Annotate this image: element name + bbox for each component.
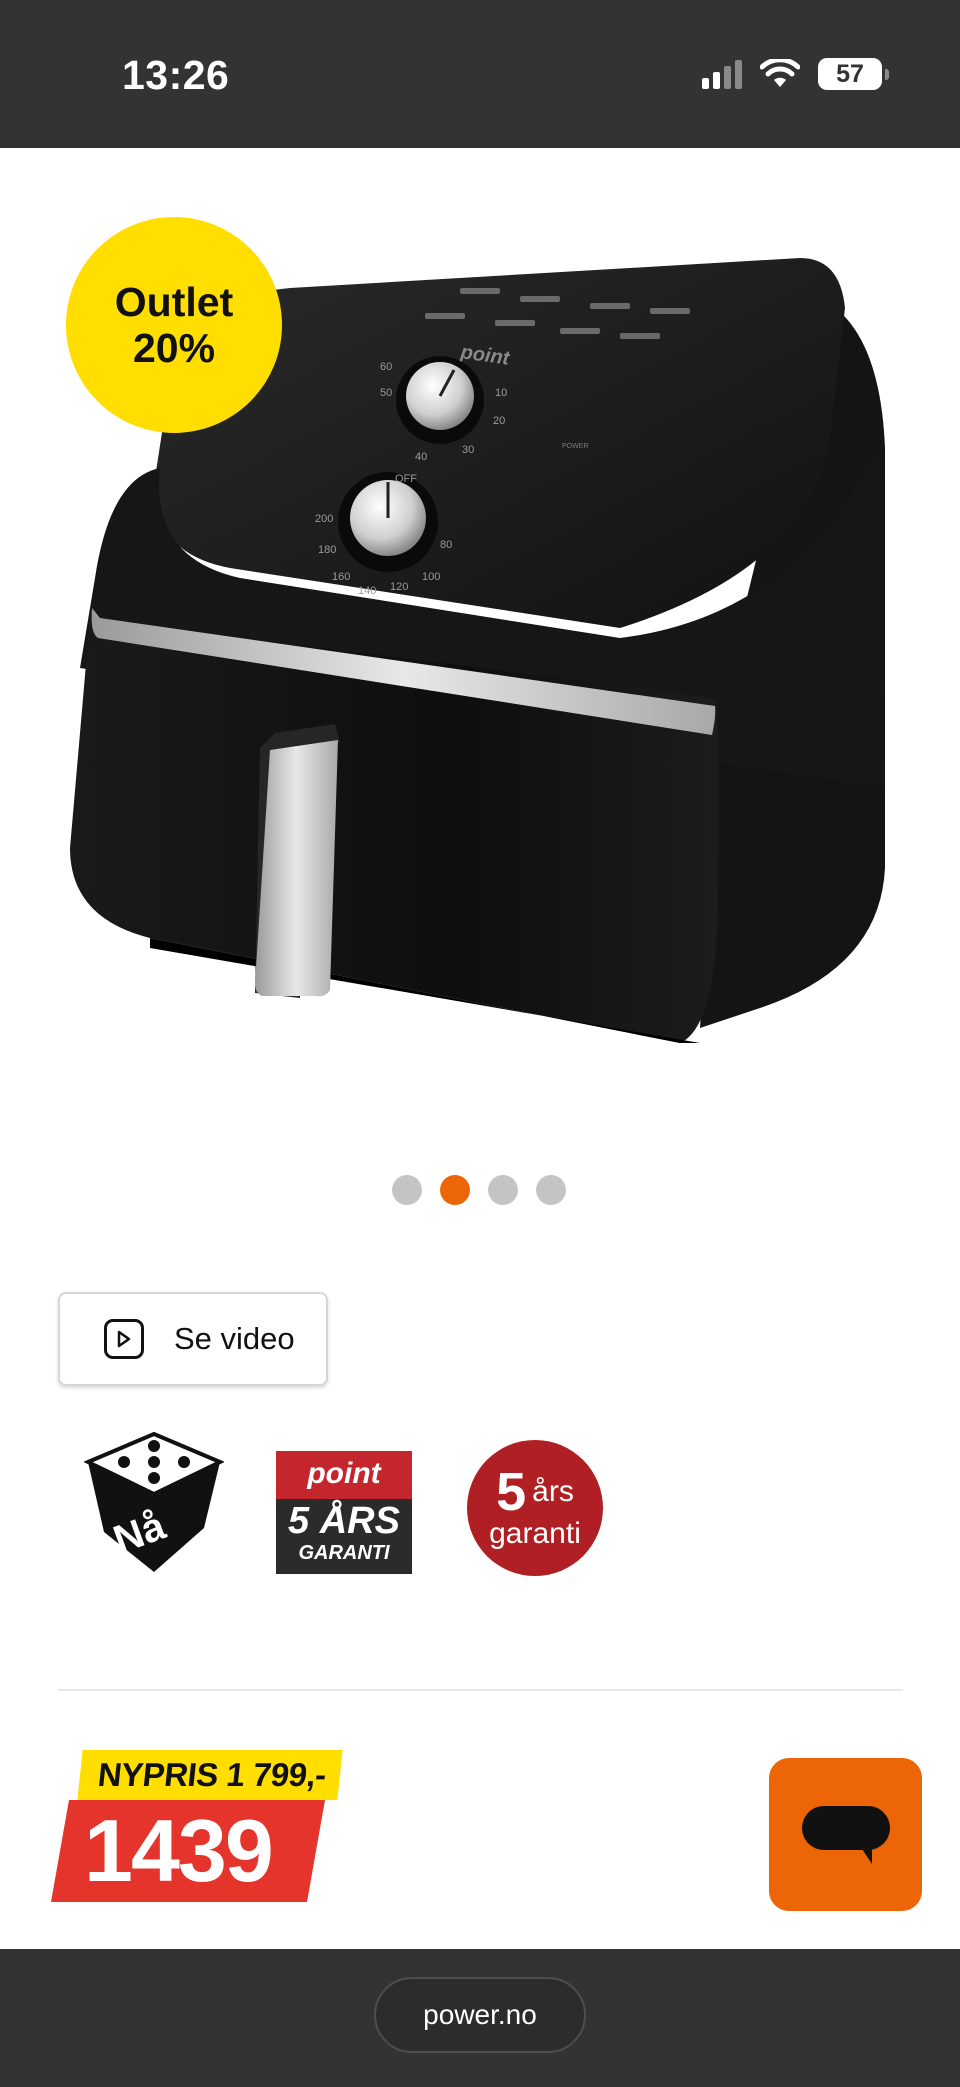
carousel-dot[interactable] <box>536 1175 566 1205</box>
svg-text:180: 180 <box>318 544 336 556</box>
chat-button[interactable] <box>769 1758 922 1911</box>
warranty-ars: års <box>532 1475 574 1508</box>
product-page: 13:26 57 point 50 40 30 20 10 60 OFF 200… <box>0 0 960 2087</box>
svg-text:OFF: OFF <box>395 473 417 485</box>
svg-text:30: 30 <box>462 444 474 456</box>
svg-text:20: 20 <box>493 415 505 427</box>
svg-text:40: 40 <box>415 451 427 463</box>
play-icon <box>104 1319 144 1359</box>
carousel-dots <box>392 1175 566 1205</box>
browser-bottom-bar: power.no <box>0 1949 960 2087</box>
warranty-badge: 5 års garanti <box>467 1440 603 1576</box>
svg-text:60: 60 <box>380 361 392 373</box>
svg-text:140: 140 <box>358 585 376 597</box>
status-icons: 57 <box>702 58 889 90</box>
previous-price-label: NYPRIS 1 799,- <box>77 1750 343 1800</box>
point-logo-brand: point <box>276 1451 412 1499</box>
warranty-years: 5 <box>496 1462 527 1522</box>
point-logo-garanti: GARANTI <box>298 1542 390 1564</box>
svg-text:50: 50 <box>380 387 392 399</box>
warranty-word: garanti <box>489 1517 581 1550</box>
chat-bubble-icon <box>801 1805 890 1864</box>
svg-text:10: 10 <box>495 387 507 399</box>
dice-logo: Nå <box>84 1432 224 1572</box>
svg-text:200: 200 <box>315 513 333 525</box>
wifi-icon <box>760 59 800 87</box>
carousel-dot-active[interactable] <box>440 1175 470 1205</box>
url-bar[interactable]: power.no <box>374 1977 586 2053</box>
current-price: 1439 <box>84 1801 274 1900</box>
svg-text:80: 80 <box>440 539 452 551</box>
svg-text:120: 120 <box>390 581 408 593</box>
point-warranty-logo: point 5 ÅRS GARANTI <box>276 1451 412 1574</box>
carousel-dot[interactable] <box>488 1175 518 1205</box>
status-bar: 13:26 57 <box>0 0 960 148</box>
carousel-dot[interactable] <box>392 1175 422 1205</box>
video-button-label: Se video <box>174 1321 295 1356</box>
outlet-badge: Outlet 20% <box>66 217 282 433</box>
status-time: 13:26 <box>122 52 230 98</box>
outlet-badge-line1: Outlet <box>114 279 234 325</box>
battery-icon: 57 <box>818 58 889 90</box>
signal-icon <box>702 59 742 89</box>
point-logo-years: 5 ÅRS <box>288 1500 400 1542</box>
svg-text:160: 160 <box>332 571 350 583</box>
divider <box>58 1689 903 1691</box>
power-label: POWER <box>562 443 588 450</box>
video-button[interactable]: Se video <box>58 1292 328 1386</box>
svg-text:100: 100 <box>422 571 440 583</box>
outlet-badge-line2: 20% <box>132 325 216 371</box>
